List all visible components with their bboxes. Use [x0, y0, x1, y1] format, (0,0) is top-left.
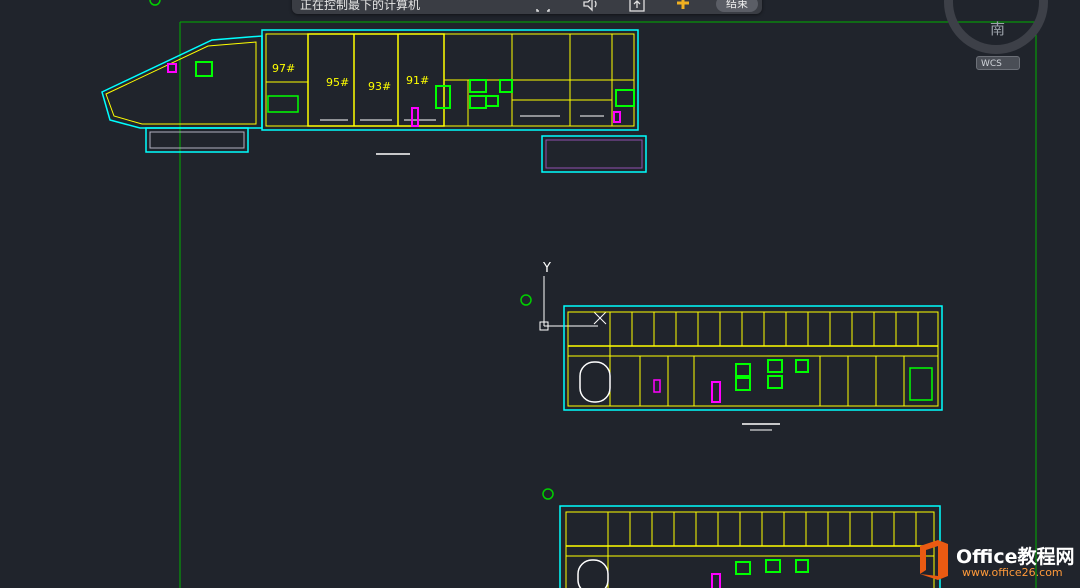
plus-icon	[677, 0, 689, 9]
end-session-button[interactable]: 结束	[716, 0, 758, 12]
speaker-icon	[583, 0, 597, 12]
speaker-button[interactable]	[580, 0, 602, 12]
ucs-menu-button[interactable]: WCS	[976, 56, 1020, 70]
watermark-brand: Office教程网	[956, 546, 1075, 568]
drawing-canvas[interactable]: 97# 95# 93# 91# Y	[0, 0, 1080, 588]
cad-drawing-area[interactable]: 97# 95# 93# 91# Y	[0, 0, 1080, 588]
floor-plan-middle[interactable]	[563, 305, 943, 431]
room-label-97: 97#	[272, 62, 295, 75]
control-status-text: 正在控制最下的计算机	[300, 0, 421, 12]
ucs-y-label: Y	[542, 261, 551, 276]
watermark-url: www.office26.com	[962, 566, 1063, 579]
north-marker-icon	[149, 0, 161, 6]
upload-button[interactable]	[626, 0, 648, 12]
watermark: Office教程网 www.office26.com	[910, 536, 1080, 588]
office-logo-icon	[920, 540, 948, 580]
upload-icon	[629, 0, 645, 12]
room-label-91: 91#	[406, 74, 429, 87]
add-button[interactable]	[672, 0, 694, 12]
floor-plan-top[interactable]: 97# 95# 93# 91#	[101, 29, 647, 173]
floor-plan-bottom[interactable]	[542, 488, 941, 588]
room-label-93: 93#	[368, 80, 391, 93]
screen-button[interactable]	[532, 0, 554, 12]
compass-south-label[interactable]: 南	[990, 18, 1005, 39]
room-label-95: 95#	[326, 76, 349, 89]
remote-control-toolbar: 正在控制最下的计算机 结束	[292, 0, 762, 14]
screen-icon	[536, 9, 550, 12]
